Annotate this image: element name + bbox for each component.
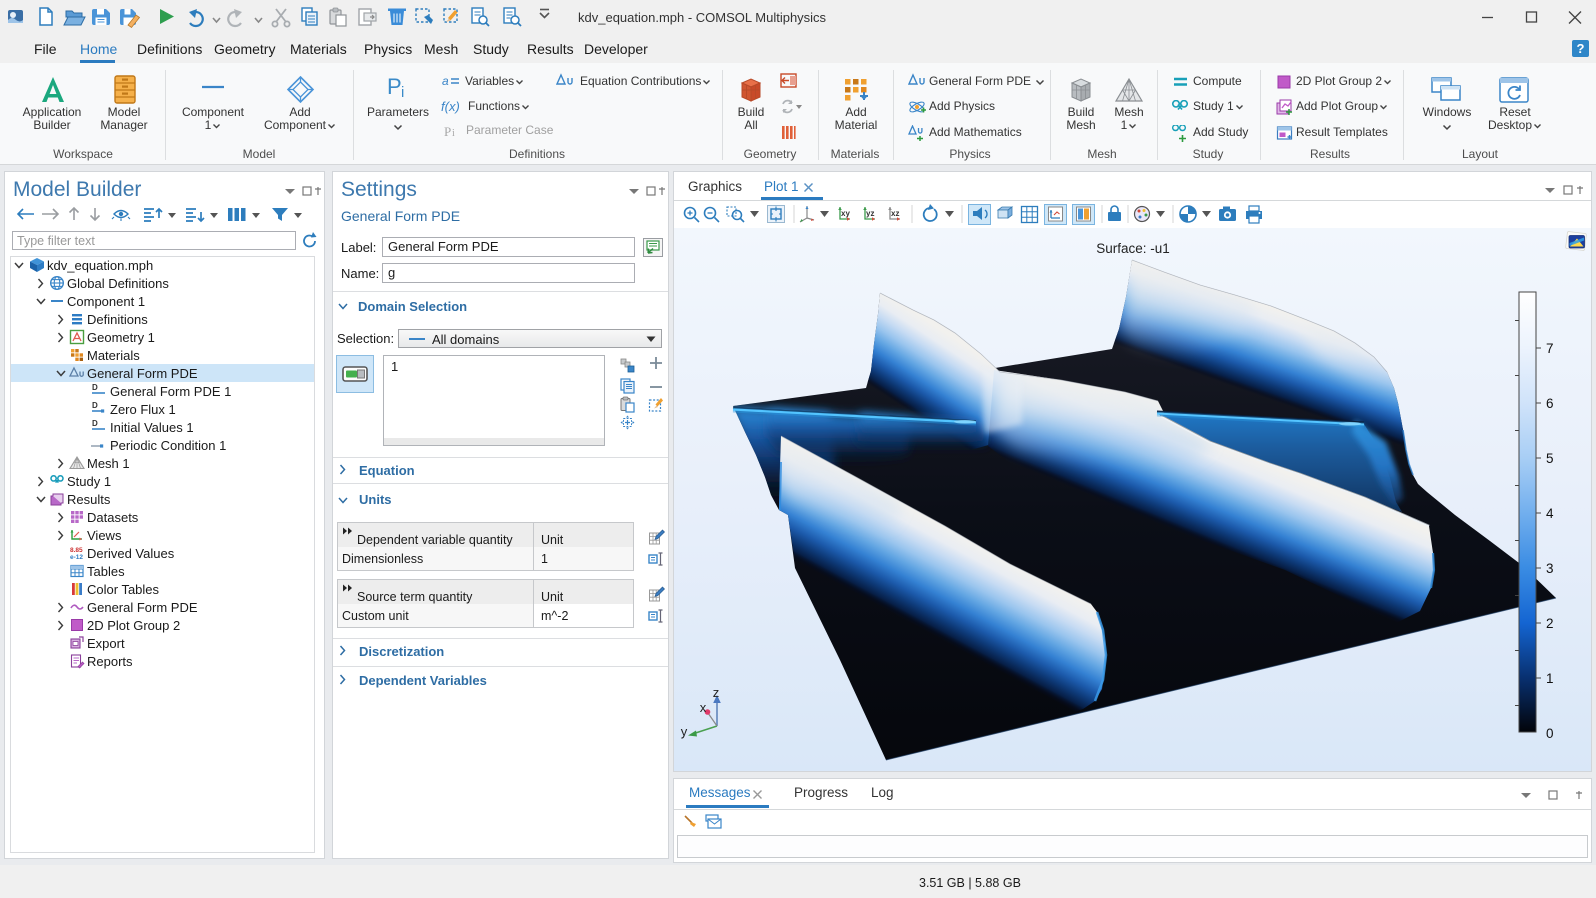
svg-text:1: 1 <box>1546 671 1554 686</box>
svg-text:a: a <box>442 74 449 88</box>
svg-text:P: P <box>444 124 451 139</box>
svg-text:xy: xy <box>841 209 850 218</box>
svg-text:e-12: e-12 <box>70 554 83 561</box>
svg-text:D: D <box>92 419 98 428</box>
svg-text:i: i <box>401 84 404 101</box>
svg-text:f(x): f(x) <box>441 99 460 114</box>
svg-text:y: y <box>681 724 688 739</box>
svg-text:2: 2 <box>1546 616 1554 631</box>
svg-text:yz: yz <box>866 209 874 218</box>
svg-text:xz: xz <box>891 209 899 218</box>
svg-text:8.85: 8.85 <box>70 547 83 554</box>
svg-text:P: P <box>387 74 402 99</box>
svg-text:x: x <box>700 700 707 715</box>
svg-text:z: z <box>713 685 720 700</box>
svg-text:i: i <box>452 128 455 139</box>
svg-text:D: D <box>92 401 98 410</box>
svg-text:3: 3 <box>1546 561 1554 576</box>
svg-text:Surface: -u1: Surface: -u1 <box>1096 241 1170 256</box>
svg-text:6: 6 <box>1546 396 1554 411</box>
svg-text:4: 4 <box>1546 506 1554 521</box>
svg-text:7: 7 <box>1546 341 1554 356</box>
svg-text:D: D <box>92 383 98 392</box>
svg-text:0: 0 <box>1546 726 1554 741</box>
svg-text:5: 5 <box>1546 451 1554 466</box>
